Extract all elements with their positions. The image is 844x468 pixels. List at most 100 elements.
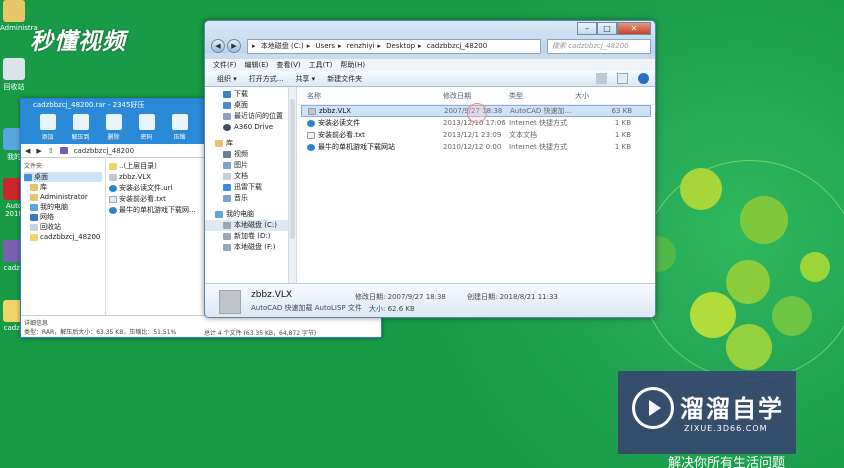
organize-button[interactable]: 组织 ▾ [217, 74, 237, 84]
nav-item-a360[interactable]: A360 Drive [205, 122, 296, 133]
column-type[interactable]: 类型 [509, 91, 575, 101]
nav-item-drive-c[interactable]: 本地磁盘 (C:) [205, 220, 296, 231]
table-row[interactable]: 最牛的单机游戏下载网站 2010/12/12 0:00 Internet 快捷方… [297, 141, 655, 153]
forward-icon[interactable]: ▶ [36, 147, 41, 155]
nav-scrollbar[interactable] [288, 87, 296, 283]
nav-label: 文档 [234, 172, 248, 180]
table-row[interactable]: 安装前必看.txt 2013/12/1 23:09 文本文档 1 KB [297, 129, 655, 141]
mouse-cursor-highlight [467, 103, 487, 123]
desktop-icon [24, 173, 32, 181]
ie-icon [109, 185, 117, 192]
tree-item-library[interactable]: 库 [24, 182, 102, 192]
text-icon [109, 196, 117, 203]
nav-item-recent[interactable]: 最近访问的位置 [205, 111, 296, 122]
nav-label: 我的电脑 [226, 210, 254, 218]
menu-edit[interactable]: 编辑(E) [245, 59, 269, 71]
preview-pane-icon[interactable] [617, 73, 628, 84]
column-size[interactable]: 大小 [575, 91, 635, 101]
nav-item-videos[interactable]: 视频 [205, 149, 296, 160]
file-type: Internet 快捷方式 [509, 143, 568, 151]
nav-item-pictures[interactable]: 图片 [205, 160, 296, 171]
nav-label: 音乐 [234, 194, 248, 202]
breadcrumb-item[interactable]: cadzbbzcj_48200 [427, 42, 487, 50]
picture-icon [223, 162, 231, 169]
breadcrumb-item[interactable]: renzhiyi [347, 42, 375, 50]
minimize-button[interactable]: – [577, 22, 597, 35]
delete-button[interactable]: 删除 [97, 112, 130, 144]
decor-circle [740, 196, 788, 244]
back-button[interactable]: ◀ [211, 39, 225, 53]
tree-item-cadzbbzcj[interactable]: cadzbbzcj_48200 [24, 232, 102, 242]
archive-path: cadzbbzcj_48200 [73, 146, 135, 155]
folder-icon [30, 233, 38, 241]
decor-circle [680, 168, 722, 210]
tree-item-administrator[interactable]: Administrator [24, 192, 102, 202]
file-size: 1 KB [614, 131, 631, 139]
tree-item-network[interactable]: 网络 [24, 212, 102, 222]
tree-item-label: 桌面 [34, 173, 48, 181]
nav-item-music[interactable]: 音乐 [205, 193, 296, 204]
new-folder-button[interactable]: 新建文件夹 [327, 74, 362, 84]
column-date[interactable]: 修改日期 [443, 91, 509, 101]
nav-item-documents[interactable]: 文档 [205, 171, 296, 182]
menu-view[interactable]: 查看(V) [276, 59, 300, 71]
details-modified: 修改日期: 2007/9/27 18:38 [355, 293, 446, 301]
nav-item-drive-f[interactable]: 本地磁盘 (F:) [205, 242, 296, 253]
nav-label: 下载 [234, 90, 248, 98]
forward-button[interactable]: ▶ [227, 39, 241, 53]
open-with-button[interactable]: 打开方式... [249, 74, 284, 84]
nav-item-downloads[interactable]: 下载 [205, 89, 296, 100]
menu-help[interactable]: 帮助(H) [340, 59, 365, 71]
brand-logo: 秒懂视频 [30, 29, 126, 55]
maximize-button[interactable]: □ [597, 22, 617, 35]
cloud-icon [223, 124, 231, 131]
breadcrumb-item[interactable]: Users [315, 42, 335, 50]
compress-icon [171, 114, 188, 130]
file-name: 安装必读文件 [318, 119, 360, 127]
nav-item-desktop[interactable]: 桌面 [205, 100, 296, 111]
file-thumbnail-icon [219, 290, 241, 314]
scroll-thumb[interactable] [290, 99, 295, 239]
search-input[interactable]: 搜索 cadzbbzcj_48200 [547, 39, 651, 54]
ie-icon [307, 143, 315, 151]
column-name[interactable]: 名称 [297, 91, 443, 101]
recycle-bin-icon [30, 223, 38, 231]
file-name: 最牛的单机游戏下载网... [119, 206, 196, 214]
file-size: 1 KB [614, 143, 631, 151]
file-type: Internet 快捷方式 [509, 119, 568, 127]
share-button[interactable]: 共享 ▾ [295, 74, 315, 84]
desktop-icon-recycle-bin[interactable]: 回收站 [0, 58, 28, 92]
back-icon[interactable]: ◀ [25, 147, 30, 155]
password-button[interactable]: 密码 [130, 112, 163, 144]
extract-icon [72, 114, 89, 130]
view-icon[interactable] [596, 73, 607, 84]
file-name: 安装前必看.txt [119, 195, 166, 203]
compress-button[interactable]: 压缩 [163, 112, 196, 144]
explorer-window[interactable]: – □ ✕ ◀ ▶ ▸ 本地磁盘 (C:) ▸ Users ▸ renzhiyi ▸ … [204, 20, 656, 318]
help-icon[interactable] [638, 73, 649, 84]
archive-icon [59, 147, 68, 154]
nav-item-thunder[interactable]: 迅雷下载 [205, 182, 296, 193]
address-bar[interactable]: ▸ 本地磁盘 (C:) ▸ Users ▸ renzhiyi ▸ Desktop ▸ c… [247, 39, 541, 54]
desktop-icon-administrator[interactable]: Administra [0, 0, 38, 32]
tree-item-recycle-bin[interactable]: 回收站 [24, 222, 102, 232]
menu-tools[interactable]: 工具(T) [309, 59, 333, 71]
nav-item-library[interactable]: 库 [205, 138, 296, 149]
close-button[interactable]: ✕ [617, 22, 651, 35]
nav-label: 最近访问的位置 [234, 112, 283, 120]
extract-button[interactable]: 解压到 [64, 112, 97, 144]
decor-circle [726, 260, 770, 304]
menu-file[interactable]: 文件(F) [213, 59, 237, 71]
up-icon[interactable]: ⇧ [48, 147, 54, 155]
archive-status-bar: 详细信息 类型：RAR，解压后大小：63.35 KB，压缩比：51.51% 总计… [21, 315, 381, 337]
add-icon [39, 114, 56, 130]
details-pane: zbbz.VLX AutoCAD 快速加载 AutoLISP 文件 修改日期: … [205, 283, 655, 317]
tree-item-computer[interactable]: 我的电脑 [24, 202, 102, 212]
add-button[interactable]: 添加 [31, 112, 64, 144]
nav-label: 图片 [234, 161, 248, 169]
breadcrumb-item[interactable]: 本地磁盘 (C:) [261, 42, 304, 50]
nav-item-drive-d[interactable]: 新加卷 (D:) [205, 231, 296, 242]
breadcrumb-item[interactable]: Desktop [386, 42, 415, 50]
tree-item-desktop[interactable]: 桌面 [24, 172, 102, 182]
nav-item-computer[interactable]: 我的电脑 [205, 209, 296, 220]
